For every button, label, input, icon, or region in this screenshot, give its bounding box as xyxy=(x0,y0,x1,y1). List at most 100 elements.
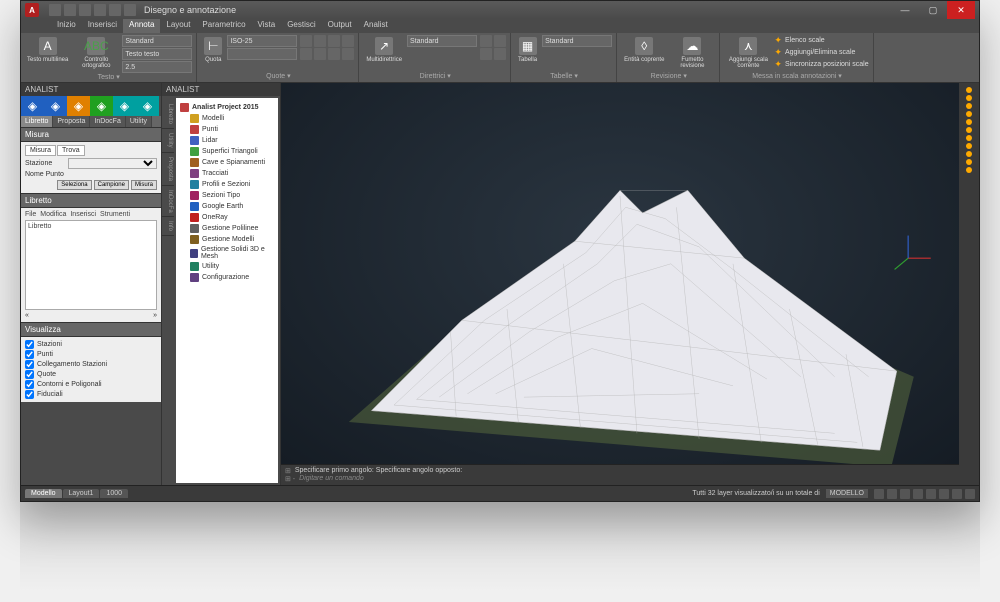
ribbon-small-icon[interactable] xyxy=(300,48,312,60)
ribbon-small-icon[interactable] xyxy=(328,48,340,60)
tree-item[interactable]: OneRay xyxy=(190,212,274,223)
visualizza-checkbox[interactable] xyxy=(25,350,34,359)
tree-item[interactable]: Lidar xyxy=(190,135,274,146)
visualizza-checkbox[interactable] xyxy=(25,360,34,369)
side-tab-indocfa[interactable]: InDocFa xyxy=(162,186,174,218)
transparency-icon[interactable] xyxy=(965,489,975,499)
tree-item[interactable]: Cave e Spianamenti xyxy=(190,157,274,168)
libretto-menu-inserisci[interactable]: Inserisci xyxy=(70,211,96,218)
side-tab-info[interactable]: Info xyxy=(162,217,174,236)
otrack-icon[interactable] xyxy=(939,489,949,499)
grid-icon[interactable] xyxy=(874,489,884,499)
spell-check-button[interactable]: ABCControllo ortografico xyxy=(73,35,119,71)
subtab-indocfa[interactable]: InDocFa xyxy=(90,116,125,127)
annotation-marker-icon[interactable] xyxy=(966,159,972,165)
tree-item[interactable]: Gestione Polilinee xyxy=(190,223,274,234)
analist-tool-icon-3[interactable]: ◈ xyxy=(90,96,113,116)
annotation-marker-icon[interactable] xyxy=(966,119,972,125)
tree-item[interactable]: Gestione Modelli xyxy=(190,234,274,245)
ribbon-link[interactable]: ✦Elenco scale xyxy=(774,35,868,46)
visualizza-checkbox[interactable] xyxy=(25,390,34,399)
ribbon-group-label[interactable]: Quote ▾ xyxy=(202,72,354,80)
ribbon-group-label[interactable]: Messa in scala annotazioni ▾ xyxy=(725,72,868,80)
annotation-marker-icon[interactable] xyxy=(966,151,972,157)
campione-button[interactable]: Campione xyxy=(94,180,129,190)
ribbon-dropdown[interactable]: 2.5 xyxy=(122,61,192,73)
annotation-marker-icon[interactable] xyxy=(966,143,972,149)
tree-item[interactable]: Tracciati xyxy=(190,168,274,179)
app-icon[interactable]: A xyxy=(25,3,39,17)
wipeout-button[interactable]: ◊Entità coprente xyxy=(622,35,666,65)
ribbon-small-icon[interactable] xyxy=(300,35,312,47)
ribbon-group-label[interactable]: Direttrici ▾ xyxy=(364,72,506,80)
visualizza-item[interactable]: Stazioni xyxy=(25,340,157,349)
polar-icon[interactable] xyxy=(913,489,923,499)
modello-label[interactable]: MODELLO xyxy=(826,489,868,498)
qat-redo-icon[interactable] xyxy=(124,4,136,16)
annotation-marker-icon[interactable] xyxy=(966,135,972,141)
project-tree[interactable]: Analist Project 2015 ModelliPuntiLidarSu… xyxy=(176,98,278,483)
ortho-icon[interactable] xyxy=(900,489,910,499)
visualizza-item[interactable]: Fiduciali xyxy=(25,390,157,399)
libretto-menu-file[interactable]: File xyxy=(25,211,36,218)
annotation-marker-icon[interactable] xyxy=(966,103,972,109)
annotation-marker-icon[interactable] xyxy=(966,95,972,101)
ribbon-small-icon[interactable] xyxy=(494,48,506,60)
snap-icon[interactable] xyxy=(887,489,897,499)
layout-tab-modello[interactable]: Modello xyxy=(25,489,62,498)
side-tab-libretto[interactable]: Libretto xyxy=(162,100,174,129)
libretto-menu-strumenti[interactable]: Strumenti xyxy=(100,211,130,218)
quota-button[interactable]: ⊢Quota xyxy=(202,35,224,65)
tree-item[interactable]: Punti xyxy=(190,124,274,135)
annotation-marker-icon[interactable] xyxy=(966,111,972,117)
menu-tab-layout[interactable]: Layout xyxy=(160,19,196,33)
layout-tab-layout1[interactable]: Layout1 xyxy=(63,489,100,498)
ribbon-small-icon[interactable] xyxy=(342,35,354,47)
cmd-input-placeholder[interactable]: Digitare un comando xyxy=(299,475,364,483)
misura-tab-trova[interactable]: Trova xyxy=(57,145,85,156)
layout-tab-1000[interactable]: 1000 xyxy=(100,489,128,498)
ribbon-small-icon[interactable] xyxy=(314,48,326,60)
tree-item[interactable]: Sezioni Tipo xyxy=(190,190,274,201)
close-button[interactable]: ✕ xyxy=(947,1,975,19)
ribbon-dropdown[interactable]: Testo testo xyxy=(122,48,192,60)
visualizza-item[interactable]: Quote xyxy=(25,370,157,379)
tree-item[interactable]: Utility xyxy=(190,261,274,272)
tree-item[interactable]: Configurazione xyxy=(190,272,274,283)
ribbon-dropdown[interactable]: Standard xyxy=(407,35,477,47)
ribbon-small-icon[interactable] xyxy=(314,35,326,47)
subtab-utility[interactable]: Utility xyxy=(126,116,152,127)
annotation-marker-icon[interactable] xyxy=(966,87,972,93)
seleziona-button[interactable]: Seleziona xyxy=(57,180,91,190)
ribbon-small-icon[interactable] xyxy=(480,48,492,60)
side-tab-utility[interactable]: Utility xyxy=(162,129,174,153)
misura-button[interactable]: Misura xyxy=(131,180,157,190)
stazione-select[interactable] xyxy=(68,158,157,169)
ribbon-group-label[interactable]: Testo ▾ xyxy=(25,73,192,81)
ribbon-small-icon[interactable] xyxy=(342,48,354,60)
qat-print-icon[interactable] xyxy=(94,4,106,16)
menu-tab-annota[interactable]: Annota xyxy=(123,19,160,33)
qat-new-icon[interactable] xyxy=(49,4,61,16)
libretto-menu-modifica[interactable]: Modifica xyxy=(40,211,66,218)
qat-undo-icon[interactable] xyxy=(109,4,121,16)
subtab-libretto[interactable]: Libretto xyxy=(21,116,53,127)
revision-cloud-button[interactable]: ☁Fumetto revisione xyxy=(669,35,715,71)
annotation-marker-icon[interactable] xyxy=(966,127,972,133)
lweight-icon[interactable] xyxy=(952,489,962,499)
tree-item[interactable]: Modelli xyxy=(190,113,274,124)
qat-save-icon[interactable] xyxy=(79,4,91,16)
maximize-button[interactable]: ▢ xyxy=(919,1,947,19)
scroll-left-icon[interactable]: « xyxy=(25,312,29,319)
analist-tool-icon-1[interactable]: ◈ xyxy=(44,96,67,116)
visualizza-checkbox[interactable] xyxy=(25,340,34,349)
menu-tab-inizio[interactable]: Inizio xyxy=(51,19,82,33)
libretto-listbox[interactable]: Libretto xyxy=(25,220,157,310)
side-tab-proposta[interactable]: Proposta xyxy=(162,153,174,186)
analist-tool-icon-5[interactable]: ◈ xyxy=(136,96,159,116)
multileader-button[interactable]: ↗Multidirettrice xyxy=(364,35,404,65)
menu-tab-parametrico[interactable]: Parametrico xyxy=(196,19,251,33)
visualizza-item[interactable]: Contorni e Poligonali xyxy=(25,380,157,389)
minimize-button[interactable]: — xyxy=(891,1,919,19)
tree-item[interactable]: Superfici Triangoli xyxy=(190,146,274,157)
